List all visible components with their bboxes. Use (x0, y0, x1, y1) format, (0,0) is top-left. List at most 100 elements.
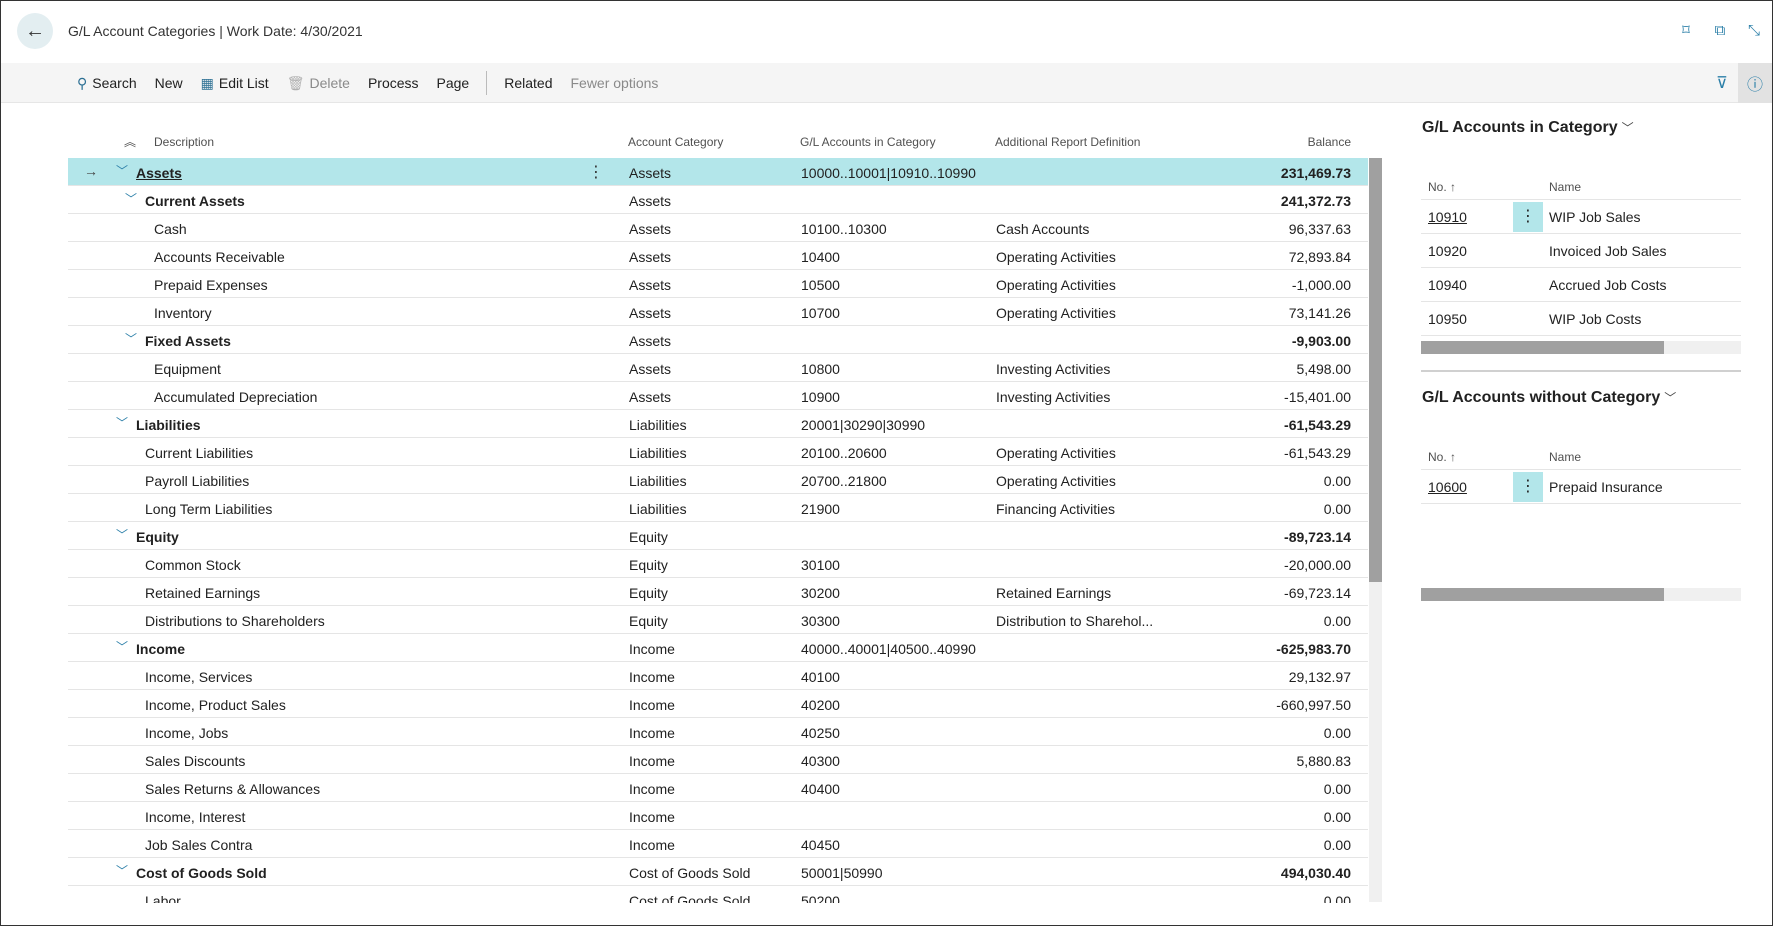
factbox-cell-name: WIP Job Costs (1549, 311, 1642, 327)
column-header-gl-accounts[interactable]: G/L Accounts in Category (800, 135, 936, 149)
delete-button[interactable]: 🗑 Delete (278, 63, 359, 103)
cell-account-category: Equity (629, 613, 668, 629)
collapse-icon[interactable]: ⤡ (1746, 23, 1762, 39)
open-new-window-icon[interactable]: ⧉ (1712, 23, 1728, 39)
table-row[interactable]: Current Liabilities Liabilities 20100..206… (68, 438, 1368, 466)
table-row[interactable]: → ﹀ Assets ⋮ Assets 10000..10001|10910..10990… (68, 158, 1368, 186)
page-button[interactable]: Page (428, 63, 479, 103)
table-row[interactable]: Accumulated Depreciation Assets 10900 Inves… (68, 382, 1368, 410)
table-row[interactable]: Cash Assets 10100..10300 Cash Accounts 96,33… (68, 214, 1368, 242)
factbox-column-name[interactable]: Name (1549, 180, 1581, 194)
edit-list-icon: ▦ (200, 74, 214, 91)
fewer-options-button[interactable]: Fewer options (561, 63, 667, 103)
table-row[interactable]: ﹀ Liabilities Liabilities 20001|30290|30990… (68, 410, 1368, 438)
table-row[interactable]: Retained Earnings Equity 30200 Retained Ear… (68, 578, 1368, 606)
table-row[interactable]: Sales Discounts Income 40300 5,880.83 (68, 746, 1368, 774)
cell-account-category: Income (629, 641, 675, 657)
cell-account-category: Income (629, 809, 675, 825)
cell-gl-accounts: 10700 (801, 305, 840, 321)
table-row[interactable]: Distributions to Shareholders Equity 30300… (68, 606, 1368, 634)
chevron-down-icon[interactable]: ﹀ (116, 526, 128, 543)
chevron-down-icon[interactable]: ﹀ (116, 862, 128, 879)
chevron-down-icon[interactable]: ﹀ (116, 414, 128, 431)
table-row[interactable]: ﹀ Equity Equity -89,723.14 (68, 522, 1368, 550)
chevron-down-icon[interactable]: ﹀ (116, 638, 128, 655)
back-button[interactable]: ← (17, 13, 53, 49)
chevron-down-icon[interactable]: ﹀ (116, 162, 128, 179)
cell-description: Inventory (154, 305, 212, 321)
factbox-cell-name: Accrued Job Costs (1549, 277, 1667, 293)
related-button[interactable]: Related (495, 63, 561, 103)
table-row[interactable]: Income, Product Sales Income 40200 -660,997… (68, 690, 1368, 718)
table-row[interactable]: Job Sales Contra Income 40450 0.00 (68, 830, 1368, 858)
table-row[interactable]: Equipment Assets 10800 Investing Activities… (68, 354, 1368, 382)
factbox-without-category-hscroll[interactable] (1421, 588, 1741, 601)
table-row[interactable]: Common Stock Equity 30100 -20,000.00 (68, 550, 1368, 578)
edit-list-button[interactable]: ▦ Edit List (192, 63, 278, 103)
table-row[interactable]: Sales Returns & Allowances Income 40400 0.0… (68, 774, 1368, 802)
table-row[interactable]: Labor Cost of Goods Sold 50200 0.00 (68, 886, 1368, 903)
table-row[interactable]: ﹀ Cost of Goods Sold Cost of Goods Sold 500… (68, 858, 1368, 886)
factbox-cell-no[interactable]: 10910 (1428, 209, 1467, 225)
factbox-cell-no[interactable]: 10940 (1428, 277, 1467, 293)
column-header-balance[interactable]: Balance (1308, 135, 1351, 149)
factbox-in-category-hscroll[interactable] (1421, 341, 1741, 354)
cell-balance: -1,000.00 (1291, 277, 1351, 293)
factbox-cell-no[interactable]: 10920 (1428, 243, 1467, 259)
factbox-row[interactable]: 10910 ⋮ WIP Job Sales (1421, 200, 1741, 234)
factbox-without-category-title[interactable]: G/L Accounts without Category ﹀ (1422, 389, 1676, 407)
factbox-cell-name: Invoiced Job Sales (1549, 243, 1667, 259)
table-row[interactable]: Income, Interest Income 0.00 (68, 802, 1368, 830)
search-button[interactable]: ⚲ Search (68, 63, 146, 103)
cell-additional-report: Financing Activities (996, 501, 1116, 517)
table-row[interactable]: ﹀ Current Assets Assets 241,372.73 (68, 186, 1368, 214)
scroll-thumb[interactable] (1421, 341, 1664, 354)
column-header-description[interactable]: Description (154, 135, 214, 149)
cell-account-category: Income (629, 697, 675, 713)
column-header-additional-report[interactable]: Additional Report Definition (995, 135, 1140, 149)
factbox-row[interactable]: 10600 ⋮ Prepaid Insurance (1421, 470, 1741, 504)
factbox-column-no[interactable]: No. ↑ (1428, 450, 1456, 464)
action-label: New (154, 75, 183, 91)
cell-balance: -20,000.00 (1284, 557, 1351, 573)
vertical-scrollbar[interactable] (1369, 158, 1382, 582)
process-button[interactable]: Process (359, 63, 428, 103)
table-row[interactable]: Accounts Receivable Assets 10400 Operating … (68, 242, 1368, 270)
cell-description[interactable]: Assets (136, 165, 182, 181)
chevron-down-icon[interactable]: ﹀ (125, 190, 137, 207)
factbox-toggle-button[interactable]: ⓘ (1738, 63, 1772, 103)
table-row[interactable]: Prepaid Expenses Assets 10500 Operating Act… (68, 270, 1368, 298)
factbox-column-no[interactable]: No. ↑ (1428, 180, 1456, 194)
vertical-scrollbar-track[interactable] (1369, 582, 1382, 902)
row-menu-icon[interactable]: ⋮ (1513, 202, 1543, 232)
table-row[interactable]: Payroll Liabilities Liabilities 20700..218… (68, 466, 1368, 494)
factbox-column-name[interactable]: Name (1549, 450, 1581, 464)
chevron-down-icon[interactable]: ﹀ (125, 330, 137, 347)
factbox-cell-no[interactable]: 10600 (1428, 479, 1467, 495)
factbox-in-category-title[interactable]: G/L Accounts in Category ﹀ (1422, 119, 1634, 137)
row-menu-icon[interactable]: ⋮ (1513, 472, 1543, 502)
cell-balance: 241,372.73 (1280, 193, 1351, 209)
table-row[interactable]: Inventory Assets 10700 Operating Activities… (68, 298, 1368, 326)
new-button[interactable]: New (146, 63, 192, 103)
table-row[interactable]: Long Term Liabilities Liabilities 21900 Fin… (68, 494, 1368, 522)
factbox-cell-name: WIP Job Sales (1549, 209, 1641, 225)
cell-balance: 231,469.73 (1280, 165, 1351, 181)
factbox-cell-no[interactable]: 10950 (1428, 311, 1467, 327)
row-menu-icon[interactable]: ⋮ (588, 162, 604, 182)
scroll-thumb[interactable] (1421, 588, 1664, 601)
factbox-row[interactable]: 10940 Accrued Job Costs (1421, 268, 1741, 302)
table-row[interactable]: ﹀ Fixed Assets Assets -9,903.00 (68, 326, 1368, 354)
factbox-row[interactable]: 10950 WIP Job Costs (1421, 302, 1741, 336)
table-row[interactable]: Income, Services Income 40100 29,132.97 (68, 662, 1368, 690)
factbox-row[interactable]: 10920 Invoiced Job Sales (1421, 234, 1741, 268)
column-header-account-category[interactable]: Account Category (628, 135, 723, 149)
cell-account-category: Cost of Goods Sold (629, 865, 751, 881)
bookmark-icon[interactable]: ⌑ (1678, 23, 1694, 39)
collapse-all-icon[interactable]: ︽ (124, 133, 136, 150)
cell-balance: 0.00 (1323, 837, 1351, 853)
table-row[interactable]: ﹀ Income Income 40000..40001|40500..40990 -6… (68, 634, 1368, 662)
table-row[interactable]: Income, Jobs Income 40250 0.00 (68, 718, 1368, 746)
cell-gl-accounts: 20700..21800 (801, 473, 887, 489)
filter-icon[interactable]: ⊽ (1712, 73, 1732, 93)
